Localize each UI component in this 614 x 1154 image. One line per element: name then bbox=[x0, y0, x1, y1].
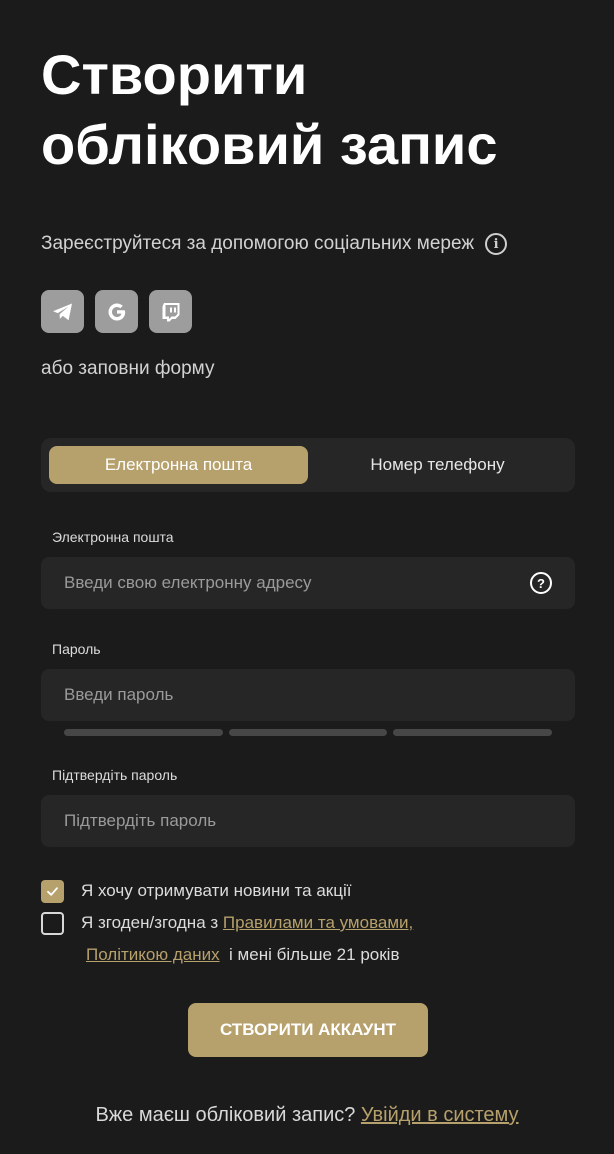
check-icon bbox=[47, 887, 58, 896]
login-prompt: Вже маєш обліковий запис? Увійди в систе… bbox=[0, 1104, 614, 1127]
strength-segment bbox=[228, 729, 388, 736]
confirm-password-field-wrapper bbox=[41, 795, 575, 847]
google-icon bbox=[108, 303, 125, 320]
email-field[interactable] bbox=[64, 573, 530, 593]
confirm-password-field[interactable] bbox=[64, 811, 552, 831]
or-fill-form-text: або заповни форму bbox=[41, 358, 215, 379]
twitch-icon bbox=[162, 302, 179, 321]
newsletter-label: Я хочу отримувати новини та акції bbox=[81, 881, 352, 900]
terms-checkbox[interactable] bbox=[41, 912, 64, 935]
terms-prefix: Я згоден/згодна з bbox=[81, 913, 223, 932]
page-title: Створити обліковий запис bbox=[41, 43, 498, 176]
social-buttons bbox=[41, 290, 192, 333]
help-icon[interactable]: ? bbox=[530, 572, 552, 594]
age-confirmation-text: і мені більше 21 років bbox=[229, 945, 400, 964]
strength-segment bbox=[393, 729, 553, 736]
terms-consent: Я згоден/згодна з Правилами та умовами, bbox=[41, 912, 413, 939]
password-field-wrapper bbox=[41, 669, 575, 721]
confirm-password-label: Підтвердіть пароль bbox=[52, 767, 178, 783]
tab-email[interactable]: Електронна пошта bbox=[49, 446, 308, 484]
email-field-wrapper: ? bbox=[41, 557, 575, 609]
social-caption-text: Зареєструйтеся за допомогою соціальних м… bbox=[41, 233, 475, 254]
telegram-button[interactable] bbox=[41, 290, 84, 333]
login-link[interactable]: Увійди в систему bbox=[361, 1104, 519, 1126]
terms-link[interactable]: Правилами та умовами, bbox=[223, 913, 413, 932]
terms-text: Я згоден/згодна з Правилами та умовами, bbox=[81, 907, 413, 939]
social-caption: Зареєструйтеся за допомогою соціальних м… bbox=[41, 233, 508, 255]
login-prompt-text: Вже маєш обліковий запис? bbox=[95, 1104, 361, 1126]
twitch-button[interactable] bbox=[149, 290, 192, 333]
telegram-icon bbox=[52, 303, 72, 320]
password-label: Пароль bbox=[52, 641, 101, 657]
password-field[interactable] bbox=[64, 685, 552, 705]
email-label: Электронна пошта bbox=[52, 529, 174, 545]
create-account-button[interactable]: СТВОРИТИ АККАУНТ bbox=[188, 1003, 428, 1057]
newsletter-consent: Я хочу отримувати новини та акції bbox=[41, 880, 351, 907]
info-icon[interactable]: i bbox=[485, 233, 508, 255]
terms-second-line: Політикою даних і мені більше 21 років bbox=[86, 939, 399, 971]
signup-method-tabs: Електронна пошта Номер телефону bbox=[41, 438, 575, 492]
tab-phone[interactable]: Номер телефону bbox=[308, 446, 567, 484]
password-strength-meter bbox=[64, 729, 553, 736]
privacy-policy-link[interactable]: Політикою даних bbox=[86, 945, 220, 964]
newsletter-checkbox[interactable] bbox=[41, 880, 64, 903]
strength-segment bbox=[64, 729, 223, 736]
google-button[interactable] bbox=[95, 290, 138, 333]
